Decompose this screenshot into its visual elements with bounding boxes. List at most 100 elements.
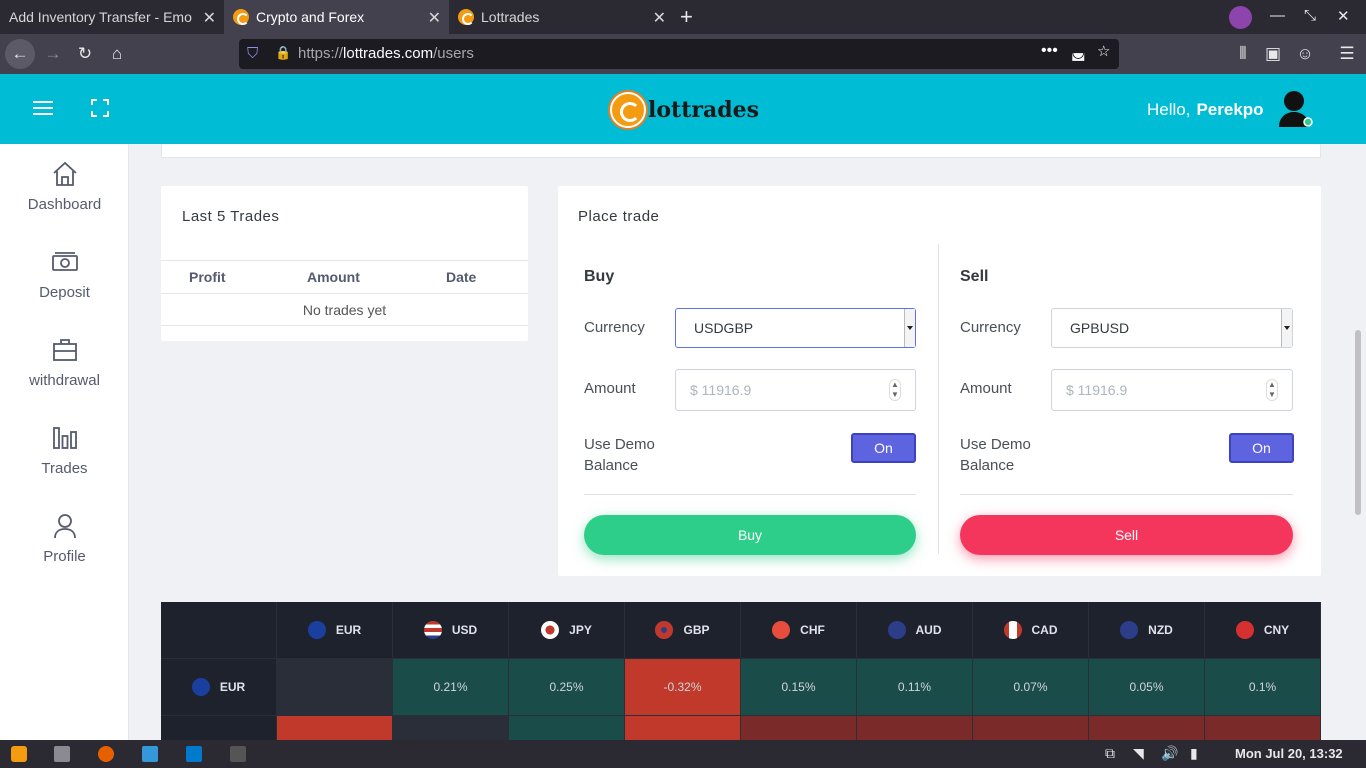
volume-icon[interactable]: 🔊 <box>1161 745 1178 762</box>
sidebar-item-profile[interactable]: Profile <box>0 512 129 565</box>
col-label: CAD <box>1031 623 1058 637</box>
heatmap-cell[interactable]: 0.1% <box>1205 659 1321 716</box>
flag-usd-icon <box>423 621 442 639</box>
sidebar-item-label: Dashboard <box>27 196 102 213</box>
files-icon[interactable] <box>54 746 70 762</box>
heatmap-cell[interactable]: 0.11% <box>857 659 973 716</box>
sidebar-item-label: Profile <box>43 548 86 565</box>
col-label: AUD <box>915 623 942 637</box>
tab-add-inventory[interactable]: Add Inventory Transfer - Emo ✕ <box>0 0 224 34</box>
back-icon[interactable]: ← <box>5 39 35 69</box>
wifi-icon[interactable]: ◥ <box>1133 745 1144 762</box>
heatmap-cell[interactable] <box>1205 716 1321 740</box>
lottrades-favicon-icon <box>233 9 249 25</box>
number-spinner-icon[interactable]: ▲ ▼ <box>889 379 901 401</box>
clock[interactable]: Mon Jul 20, 13:32 <box>1235 746 1343 761</box>
reload-icon[interactable]: ↻ <box>70 39 100 69</box>
chevron-down-icon <box>904 309 915 347</box>
pocket-icon[interactable]: ◛ <box>1071 43 1086 61</box>
heatmap-cell[interactable] <box>625 716 741 740</box>
demo-label-line2: Balance <box>960 457 1015 474</box>
page-scrollbar[interactable] <box>1355 330 1361 515</box>
briefcase-icon <box>52 339 77 361</box>
forward-icon[interactable]: → <box>38 39 68 69</box>
site-logo[interactable]: lottrades <box>610 92 759 128</box>
url-bar[interactable]: ⛉ 🔒 https://lottrades.com/users ••• ◛ ☆ <box>239 39 1119 69</box>
bookmark-star-icon[interactable]: ☆ <box>1097 42 1110 60</box>
sell-demo-label: Use Demo Balance <box>960 434 1031 476</box>
sidebar-item-trades[interactable]: Trades <box>0 424 129 477</box>
close-icon[interactable]: ✕ <box>653 8 666 28</box>
new-tab-icon[interactable]: + <box>680 4 693 30</box>
column-header-profit: Profit <box>189 269 226 285</box>
user-greeting: Hello, Perekpo <box>1147 100 1264 120</box>
sidebar-icon[interactable]: ▣ <box>1258 39 1288 69</box>
os-taskbar: ⧉ ◥ 🔊 ▮ Mon Jul 20, 13:32 <box>0 740 1366 768</box>
col-label: USD <box>451 623 478 637</box>
screenshot-icon[interactable] <box>142 746 158 762</box>
buy-currency-value: USDGBP <box>694 320 754 336</box>
heatmap-cell[interactable] <box>509 716 625 740</box>
heatmap-cell[interactable] <box>277 716 393 740</box>
hamburger-icon[interactable] <box>33 100 53 116</box>
heatmap-cell[interactable]: 0.25% <box>509 659 625 716</box>
heatmap-cell[interactable] <box>973 716 1089 740</box>
app-menu-icon[interactable] <box>11 746 27 762</box>
sell-amount-label: Amount <box>960 380 1012 397</box>
heatmap-col-cny: CNY <box>1205 602 1321 659</box>
account-icon[interactable]: ☺ <box>1290 39 1320 69</box>
menu-icon[interactable]: ☰ <box>1332 39 1362 69</box>
heatmap-cell[interactable] <box>277 659 393 716</box>
terminal-icon[interactable] <box>230 746 246 762</box>
fullscreen-icon[interactable] <box>91 99 109 117</box>
heatmap-cell[interactable]: -0.32% <box>625 659 741 716</box>
heatmap-row-partial <box>161 716 277 740</box>
sell-amount-input[interactable]: $ 11916.9 ▲ ▼ <box>1051 369 1293 411</box>
sidebar-item-deposit[interactable]: Deposit <box>0 248 129 301</box>
place-trade-card: Place trade Buy Currency USDGBP Amount $… <box>558 186 1321 576</box>
heatmap-cell[interactable] <box>393 716 509 740</box>
heatmap-cell[interactable] <box>857 716 973 740</box>
firefox-icon[interactable] <box>98 746 114 762</box>
buy-demo-label: Use Demo Balance <box>584 434 655 476</box>
buy-currency-select[interactable]: USDGBP <box>675 308 916 348</box>
display-icon[interactable]: ⧉ <box>1105 745 1115 762</box>
logo-mark <box>610 92 646 128</box>
buy-demo-toggle[interactable]: On <box>851 433 916 463</box>
buy-button[interactable]: Buy <box>584 515 916 555</box>
col-label: GBP <box>683 623 710 637</box>
number-spinner-icon[interactable]: ▲ ▼ <box>1266 379 1278 401</box>
column-header-amount: Amount <box>307 269 360 285</box>
sell-demo-toggle[interactable]: On <box>1229 433 1294 463</box>
tab-title: Lottrades <box>481 9 540 25</box>
heatmap-cell[interactable] <box>1089 716 1205 740</box>
heatmap-cell[interactable]: 0.21% <box>393 659 509 716</box>
battery-icon[interactable]: ▮ <box>1190 745 1198 762</box>
heatmap-cell[interactable]: 0.15% <box>741 659 857 716</box>
sell-currency-label: Currency <box>960 319 1021 336</box>
vscode-icon[interactable] <box>186 746 202 762</box>
tab-lottrades[interactable]: Lottrades ✕ <box>449 0 674 34</box>
more-icon[interactable]: ••• <box>1041 42 1058 60</box>
heatmap-cell[interactable]: 0.07% <box>973 659 1089 716</box>
close-icon[interactable]: ✕ <box>203 8 216 28</box>
home-icon[interactable]: ⌂ <box>102 39 132 69</box>
heatmap-cell[interactable]: 0.05% <box>1089 659 1205 716</box>
restore-icon[interactable]: ⤡ <box>1304 7 1316 24</box>
heatmap-corner <box>161 602 277 659</box>
avatar[interactable] <box>1277 90 1313 128</box>
sell-button[interactable]: Sell <box>960 515 1293 555</box>
sidebar-item-withdrawal[interactable]: withdrawal <box>0 336 129 389</box>
col-label: NZD <box>1148 623 1173 637</box>
minimize-icon[interactable]: — <box>1270 7 1285 24</box>
sell-currency-select[interactable]: GPBUSD <box>1051 308 1293 348</box>
buy-amount-input[interactable]: $ 11916.9 ▲ ▼ <box>675 369 916 411</box>
library-icon[interactable]: ⫴ <box>1228 39 1258 69</box>
window-close-icon[interactable]: ✕ <box>1337 7 1350 25</box>
col-label: JPY <box>569 623 592 637</box>
sidebar-item-dashboard[interactable]: Dashboard <box>0 160 129 213</box>
close-icon[interactable]: ✕ <box>428 8 441 28</box>
buy-currency-label: Currency <box>584 319 645 336</box>
tab-crypto-forex[interactable]: Crypto and Forex ✕ <box>224 0 449 34</box>
heatmap-cell[interactable] <box>741 716 857 740</box>
